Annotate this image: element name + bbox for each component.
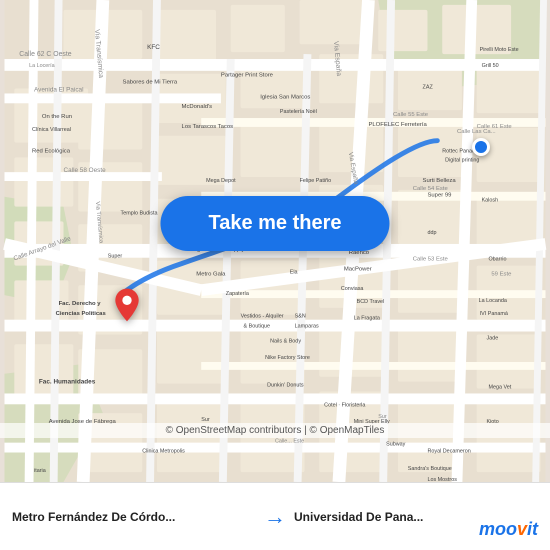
svg-text:Felipe Patiño: Felipe Patiño	[300, 178, 332, 184]
svg-text:Royal Decameron: Royal Decameron	[427, 448, 470, 454]
bottom-bar: Metro Fernández De Córdo... → Universida…	[0, 482, 550, 550]
svg-text:Avenida El Paical: Avenida El Paical	[34, 86, 84, 93]
svg-text:Nike Factory Store: Nike Factory Store	[265, 355, 310, 361]
svg-text:ddp: ddp	[427, 230, 436, 236]
svg-text:Digital printing: Digital printing	[445, 157, 479, 163]
svg-text:Lamparas: Lamparas	[295, 324, 319, 330]
svg-text:Ela: Ela	[290, 269, 298, 275]
svg-text:Calle 53 Este: Calle 53 Este	[413, 257, 449, 263]
take-me-there-button[interactable]: Take me there	[160, 196, 389, 251]
svg-text:La Fragata: La Fragata	[354, 316, 380, 322]
svg-text:Grill 50: Grill 50	[482, 63, 499, 69]
svg-text:Calle Las Ca...: Calle Las Ca...	[457, 129, 496, 135]
svg-text:PLOFELEC Ferretería: PLOFELEC Ferretería	[368, 122, 427, 128]
svg-text:Los Tarascos Tacos: Los Tarascos Tacos	[182, 124, 234, 130]
svg-text:Dunkin' Donuts: Dunkin' Donuts	[267, 383, 304, 389]
svg-text:Clinica Metropolis: Clinica Metropolis	[142, 448, 185, 454]
svg-text:Calle... Este: Calle... Este	[275, 439, 304, 445]
svg-text:Mega Vet: Mega Vet	[488, 385, 511, 391]
svg-text:Pastelería Noël: Pastelería Noël	[280, 109, 317, 115]
svg-text:59 Este: 59 Este	[491, 271, 512, 277]
svg-text:Subway: Subway	[386, 442, 406, 448]
svg-text:Calle 58 Oeste: Calle 58 Oeste	[64, 167, 107, 174]
route-from-name: Metro Fernández De Córdo...	[12, 510, 212, 524]
svg-text:Conviasa: Conviasa	[341, 286, 364, 292]
svg-text:La Locanda: La Locanda	[479, 298, 507, 304]
svg-text:IVI Panamá: IVI Panamá	[480, 311, 508, 317]
moovit-logo: moovit	[479, 519, 538, 540]
svg-text:Ciencias Políticas: Ciencias Políticas	[56, 311, 107, 317]
svg-text:Jade: Jade	[486, 335, 498, 341]
route-from: Metro Fernández De Córdo...	[12, 510, 256, 524]
svg-text:Fac. Humanidades: Fac. Humanidades	[39, 379, 96, 386]
svg-text:ZAZ: ZAZ	[423, 85, 434, 91]
svg-text:La Locería: La Locería	[29, 63, 55, 69]
svg-text:On the Run: On the Run	[42, 114, 72, 120]
svg-text:Metro Gala: Metro Gala	[196, 271, 226, 277]
svg-text:MacPower: MacPower	[344, 267, 372, 273]
svg-text:Calle 55 Este: Calle 55 Este	[393, 112, 429, 118]
svg-text:itaria: itaria	[34, 468, 46, 474]
svg-text:Super 99: Super 99	[427, 193, 451, 199]
map-attribution: © OpenStreetMap contributors | © OpenMap…	[0, 423, 550, 438]
map-area: Calle 62 C Oeste Avenida El Paical Via A…	[0, 0, 550, 482]
svg-text:Nails & Body: Nails & Body	[270, 338, 301, 344]
svg-text:Pirelli Moto Este: Pirelli Moto Este	[480, 47, 519, 53]
svg-text:Sur: Sur	[378, 414, 387, 420]
svg-text:S&N: S&N	[295, 314, 306, 320]
route-to-name: Universidad De Pana...	[294, 510, 494, 524]
svg-text:Surti Belleza: Surti Belleza	[423, 178, 457, 184]
svg-text:Red Ecológica: Red Ecológica	[32, 148, 71, 154]
svg-text:Sabores de Mi Tierra: Sabores de Mi Tierra	[123, 80, 178, 86]
svg-text:Super: Super	[108, 254, 123, 260]
svg-text:BCD Travel: BCD Travel	[357, 299, 385, 305]
svg-text:Clínica Villarreal: Clínica Villarreal	[32, 127, 71, 133]
svg-text:McDonald's: McDonald's	[182, 104, 213, 110]
svg-text:Calle 62 C Oeste: Calle 62 C Oeste	[19, 51, 72, 58]
svg-text:Kalosh: Kalosh	[482, 198, 499, 204]
svg-text:Calle 54 Este: Calle 54 Este	[413, 186, 449, 192]
svg-text:Cotel · Floristerla: Cotel · Floristerla	[324, 402, 365, 408]
svg-text:& Boutique: & Boutique	[244, 324, 270, 330]
route-arrow-icon: →	[264, 504, 286, 530]
app-container: Calle 62 C Oeste Avenida El Paical Via A…	[0, 0, 550, 550]
svg-text:Obarrio: Obarrio	[488, 257, 506, 263]
svg-text:Vestidos - Alquiler: Vestidos - Alquiler	[241, 314, 284, 320]
svg-text:Iglesia San Marcos: Iglesia San Marcos	[260, 94, 310, 100]
svg-text:Zapatería: Zapatería	[226, 291, 249, 297]
svg-text:Sandra's Boutique: Sandra's Boutique	[408, 466, 452, 472]
destination-marker	[472, 138, 490, 156]
svg-text:Fac. Derecho y: Fac. Derecho y	[59, 301, 102, 307]
svg-text:KFC: KFC	[147, 44, 160, 51]
svg-text:Mega Depot: Mega Depot	[206, 178, 236, 184]
svg-text:Templo Budista: Templo Budista	[121, 210, 158, 216]
svg-text:Partager Print Store: Partager Print Store	[221, 73, 274, 79]
origin-marker	[113, 288, 141, 327]
